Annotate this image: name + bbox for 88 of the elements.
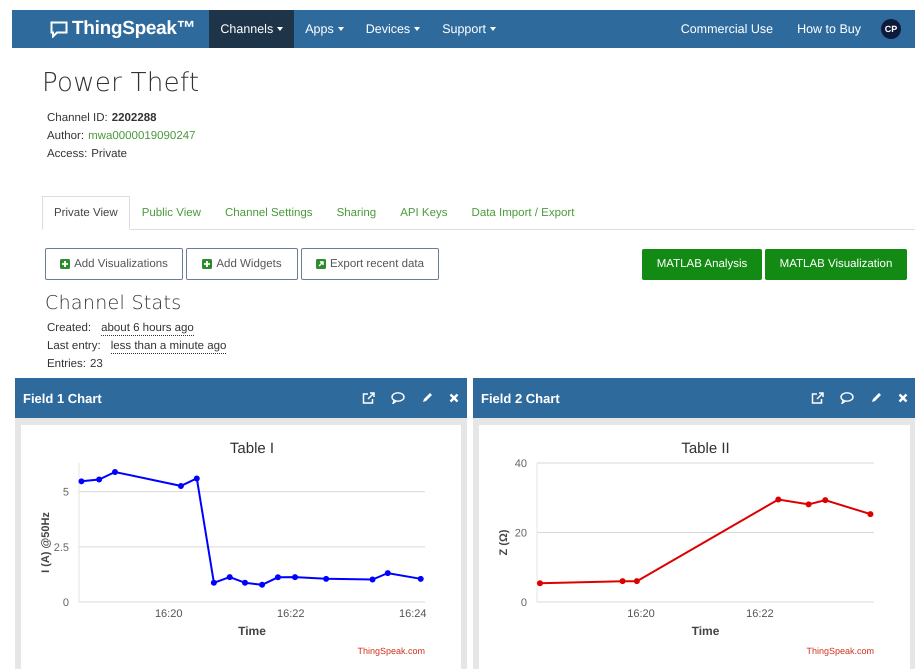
panel-title: Field 1 Chart: [23, 390, 103, 406]
info-value: Private: [91, 148, 128, 162]
x-tick-label: 16:20: [154, 608, 182, 620]
y-axis-label: I (A) @50Hz: [40, 512, 52, 573]
stat-value: less than a minute ago: [110, 340, 226, 354]
matlab-button[interactable]: MATLAB Visualization: [765, 248, 907, 280]
close-icon[interactable]: [898, 393, 908, 403]
x-tick-label: 16:24: [399, 608, 427, 620]
plus-icon: [60, 259, 70, 269]
data-point: [242, 580, 248, 586]
section-title: Channel Stats: [45, 292, 182, 314]
data-point: [292, 574, 298, 580]
tab[interactable]: Sharing: [324, 196, 388, 229]
x-axis-label: Time: [238, 624, 266, 638]
tab[interactable]: Private View: [42, 196, 130, 230]
panel-title: Field 2 Chart: [481, 390, 561, 406]
comment-icon[interactable]: [391, 392, 405, 404]
data-point: [775, 496, 782, 502]
data-point: [634, 578, 640, 584]
nav-menu-item[interactable]: Support: [431, 10, 507, 48]
user-avatar[interactable]: CP: [881, 19, 901, 39]
credit-text: ThingSpeak.com: [806, 646, 874, 656]
chart-title: Table I: [230, 440, 274, 457]
data-point: [194, 475, 200, 482]
x-tick-label: 16:20: [627, 608, 655, 620]
info-label: Author:: [47, 130, 84, 144]
data-point: [536, 580, 543, 586]
data-point: [178, 482, 184, 489]
x-tick-label: 16:22: [746, 608, 774, 620]
data-point: [418, 576, 424, 582]
credit-text: ThingSpeak.com: [357, 646, 425, 656]
external-link-icon[interactable]: [362, 392, 375, 404]
nav-menu-item[interactable]: Channels: [209, 10, 294, 48]
y-axis-label: Z (Ω): [498, 530, 510, 556]
close-icon[interactable]: [449, 393, 459, 403]
action-button[interactable]: Add Visualizations: [45, 248, 183, 280]
data-point: [274, 574, 281, 580]
y-tick-label: 2.5: [54, 542, 69, 554]
data-point: [78, 478, 84, 484]
nav-link[interactable]: How to Buy: [785, 10, 873, 48]
y-tick-label: 0: [520, 597, 527, 609]
tab[interactable]: Channel Settings: [212, 196, 325, 229]
brand-logo[interactable]: ThingSpeak™: [72, 18, 196, 40]
data-point: [112, 469, 118, 476]
tab[interactable]: Data Import / Export: [460, 196, 586, 229]
y-tick-label: 20: [514, 528, 527, 540]
stat-label: Last entry:: [47, 340, 101, 354]
data-point: [210, 580, 217, 586]
tab[interactable]: API Keys: [388, 196, 460, 229]
matlab-button[interactable]: MATLAB Analysis: [642, 248, 762, 280]
nav-menu-item[interactable]: Apps: [294, 10, 355, 48]
x-axis-label: Time: [692, 624, 720, 638]
plus-icon: [202, 259, 212, 269]
data-point: [259, 582, 266, 588]
x-tick-label: 16:22: [276, 608, 305, 620]
channel-title: Power Theft: [42, 68, 200, 98]
data-point: [620, 578, 626, 584]
stat-value: about 6 hours ago: [101, 322, 194, 336]
comment-icon[interactable]: [840, 392, 854, 404]
pencil-icon[interactable]: [421, 392, 433, 404]
speech-bubble-icon: [50, 20, 68, 38]
data-point: [806, 501, 812, 508]
info-label: Access:: [47, 148, 88, 162]
y-tick-label: 5: [62, 486, 69, 499]
tab[interactable]: Public View: [130, 196, 213, 229]
stat-value: 23: [90, 358, 103, 372]
pencil-icon[interactable]: [870, 392, 882, 404]
info-label: Channel ID:: [47, 112, 108, 126]
action-button[interactable]: Add Widgets: [186, 248, 298, 280]
external-link-icon[interactable]: [811, 392, 824, 404]
data-point: [323, 576, 330, 582]
nav-link[interactable]: Commercial Use: [668, 10, 786, 48]
data-point: [867, 511, 874, 518]
action-button[interactable]: Export recent data: [301, 248, 439, 280]
data-point: [370, 576, 376, 582]
data-point: [822, 497, 828, 504]
author-link[interactable]: mwa0000019090247: [88, 130, 196, 144]
data-point: [96, 476, 102, 483]
chart-title: Table II: [681, 440, 730, 457]
nav-menu-item[interactable]: Devices: [354, 10, 432, 48]
y-tick-label: 40: [514, 458, 527, 470]
data-point: [226, 574, 233, 580]
stat-label: Entries:: [47, 358, 86, 372]
data-point: [384, 570, 391, 576]
arrow-icon: [316, 259, 326, 269]
stat-label: Created:: [47, 322, 92, 336]
info-value: 2202288: [112, 112, 157, 126]
y-tick-label: 0: [62, 597, 69, 609]
